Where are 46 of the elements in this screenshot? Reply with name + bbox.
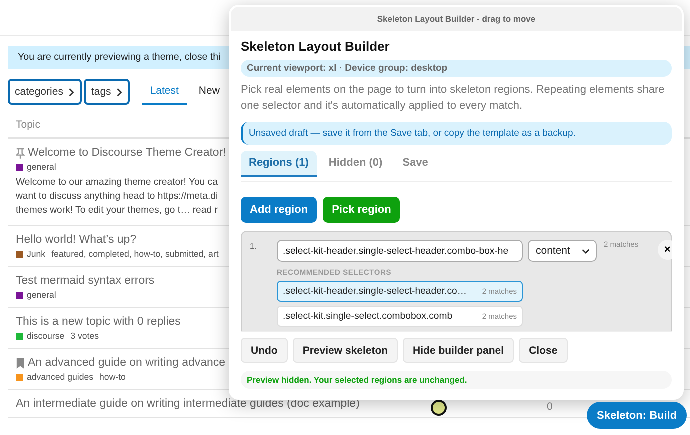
remove-button[interactable]: × [658,240,672,260]
panel-button[interactable]: Preview skeleton [292,338,398,363]
skeleton-build-button[interactable]: Skeleton: Build [587,402,688,429]
column-header: Topic [16,119,41,131]
topic-tags: featured, completed, how-to, submitted, art [52,249,219,259]
draft-notice: Unsaved draft — save it from the Save tab, or copy the template as a backup. [241,122,672,145]
nav-tab[interactable]: New [190,79,228,105]
category-link[interactable]: general [27,290,56,300]
topic-title[interactable]: Test mermaid syntax errors [16,275,155,287]
topic-tags: 3 votes [70,331,100,341]
panel-button[interactable]: Close [519,338,568,363]
bookmark-icon [16,358,25,368]
status-message: Preview hidden. Your selected regions are unchanged. [241,371,672,389]
nav-tab[interactable]: Latest [142,79,187,105]
avatar-icon [431,400,447,416]
panel-button[interactable]: Hide builder panel [403,338,514,363]
panel-tab[interactable]: Hidden (0) [320,151,391,177]
category-link[interactable]: Junk [27,249,46,259]
panel-tab[interactable]: Regions (1) [241,151,317,177]
filter-dropdown[interactable]: categories [8,79,82,105]
topic-tags: how-to [100,372,126,382]
type-select[interactable]: content [528,240,597,262]
add-region-button[interactable]: Add region [241,197,318,223]
chevron-icon [68,88,76,96]
panel-tab[interactable]: Save [394,151,436,177]
category-link[interactable]: advanced guides [27,372,94,382]
topic-excerpt: Welcome to our amazing theme creator! You ca [16,176,218,190]
chevron-icon [116,88,124,96]
topic-title[interactable]: Hello world! What’s up? [16,234,137,246]
filter-dropdown[interactable]: tags [84,79,130,105]
panel-button[interactable]: Undo [241,338,288,363]
viewport-info: Current viewport: xl · Device group: desktop [241,60,672,77]
pin-icon [16,148,25,158]
topic-excerpt: want to discuss anything head to https://meta.di [16,190,218,204]
topic-excerpt: themes work! To edit your themes, go t… read r [16,204,218,218]
topic-title[interactable]: Welcome to Discourse Theme Creator! [28,147,226,159]
category-link[interactable]: discourse [27,331,65,341]
chevron-down-icon [582,248,590,254]
panel-description: Pick real elements on the page to turn into skeleton regions. Repeating elements share one selector and it's automatically applied to every match. [241,83,666,114]
panel-titlebar[interactable]: Skeleton Layout Builder - drag to move [231,7,682,31]
selector-input[interactable]: .select-kit-header.single-select-header.combo-box-he [277,240,523,262]
topic-title[interactable]: An advanced guide on writing advance [28,357,226,369]
region-number: 1. [250,242,258,251]
category-link[interactable]: general [27,162,56,172]
replies-count: 0 [547,401,553,413]
topic-title[interactable]: This is a new topic with 0 replies [16,316,181,328]
